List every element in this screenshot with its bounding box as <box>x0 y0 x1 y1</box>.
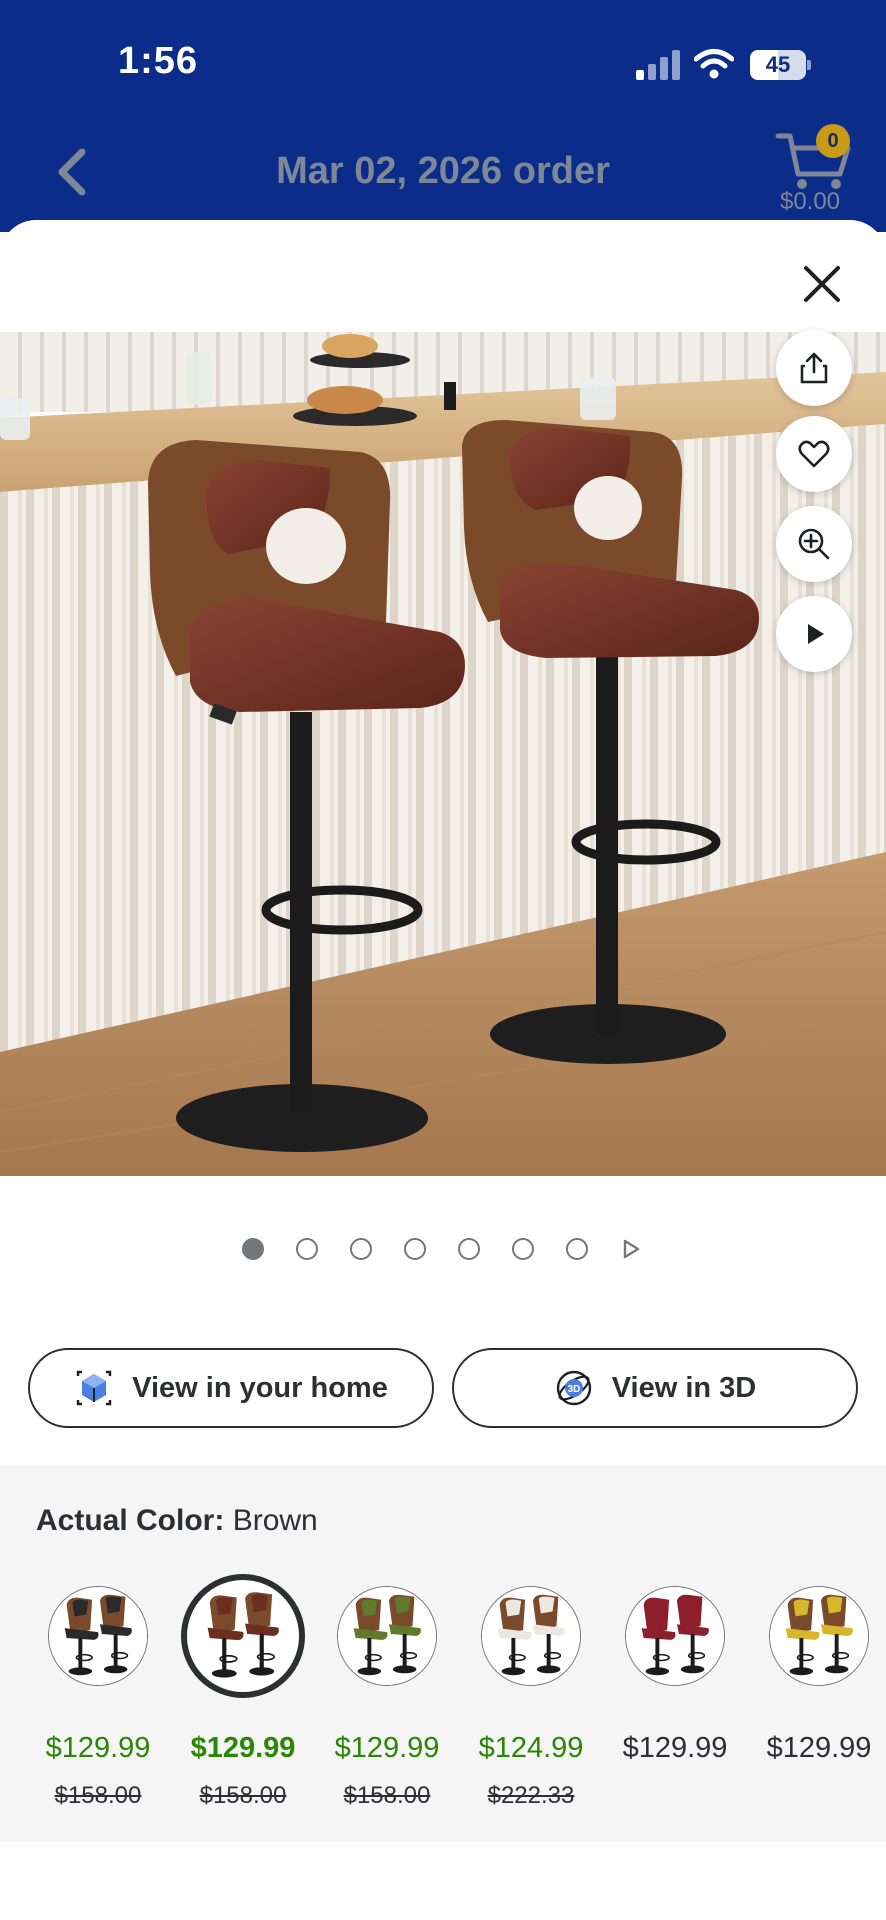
swatch-was-price: $222.33 <box>487 1782 575 1809</box>
swatch-was-price: $158.00 <box>199 1782 287 1809</box>
color-swatch-red[interactable] <box>625 1586 725 1686</box>
zoom-button[interactable] <box>776 506 852 582</box>
play-icon <box>808 624 824 644</box>
back-chevron-icon[interactable] <box>52 146 92 198</box>
page-dot[interactable] <box>296 1238 318 1260</box>
page-dot[interactable] <box>458 1238 480 1260</box>
favorite-button[interactable] <box>776 416 852 492</box>
selected-color: Brown <box>232 1504 318 1537</box>
battery-level: 45 <box>765 52 791 77</box>
page-dot[interactable] <box>566 1238 588 1260</box>
3d-badge-text: 3D <box>567 1384 580 1395</box>
bar-stools-photo <box>0 332 886 1176</box>
actual-color-heading: Actual Color: Brown <box>36 1504 318 1538</box>
color-swatch-yellow[interactable] <box>769 1586 869 1686</box>
swatch-price: $129.99 <box>190 1732 296 1764</box>
3d-view-icon: 3D <box>556 1370 591 1406</box>
wifi-icon <box>694 49 734 79</box>
battery-icon: 45 <box>750 50 811 80</box>
swatch-price: $129.99 <box>45 1732 151 1764</box>
swatch-price: $129.99 <box>334 1732 440 1764</box>
view-in-3d-button[interactable]: 3D View in 3D <box>452 1348 858 1428</box>
swatch-price: $124.99 <box>478 1732 584 1764</box>
color-swatch-black[interactable] <box>48 1586 148 1686</box>
view-in-home-button[interactable]: View in your home <box>28 1348 434 1428</box>
page-dot[interactable] <box>350 1238 372 1260</box>
swatch-was-price: $158.00 <box>343 1782 431 1809</box>
close-icon[interactable] <box>796 258 848 310</box>
color-swatch-green[interactable] <box>337 1586 437 1686</box>
page-dot[interactable] <box>404 1238 426 1260</box>
zoom-in-icon <box>798 528 830 560</box>
top-bar <box>0 0 886 232</box>
cart-count-badge: 0 <box>816 124 850 158</box>
cart-total: $0.00 <box>779 188 841 215</box>
signal-icon <box>636 48 680 80</box>
ar-cube-icon <box>76 1370 112 1406</box>
image-pagination <box>0 1234 886 1264</box>
color-swatch-white[interactable] <box>481 1586 581 1686</box>
page-dot[interactable] <box>512 1238 534 1260</box>
color-label: Actual Color: <box>36 1504 225 1537</box>
video-play-button[interactable] <box>776 596 852 672</box>
swatch-was-price: $158.00 <box>54 1782 142 1809</box>
color-swatch-brown[interactable] <box>181 1574 305 1698</box>
next-arrow-icon[interactable] <box>620 1238 642 1260</box>
status-time: 1:56 <box>118 40 199 82</box>
view-in-home-label: View in your home <box>132 1371 388 1404</box>
swatch-price: $129.99 <box>766 1732 872 1764</box>
heart-icon <box>798 440 830 468</box>
product-image[interactable] <box>0 332 886 1176</box>
share-icon <box>800 352 828 384</box>
swatch-price: $129.99 <box>622 1732 728 1764</box>
page-title: Mar 02, 2026 order <box>276 150 610 192</box>
page-dot[interactable] <box>242 1238 264 1260</box>
share-button[interactable] <box>776 330 852 406</box>
view-in-3d-label: View in 3D <box>611 1371 757 1404</box>
